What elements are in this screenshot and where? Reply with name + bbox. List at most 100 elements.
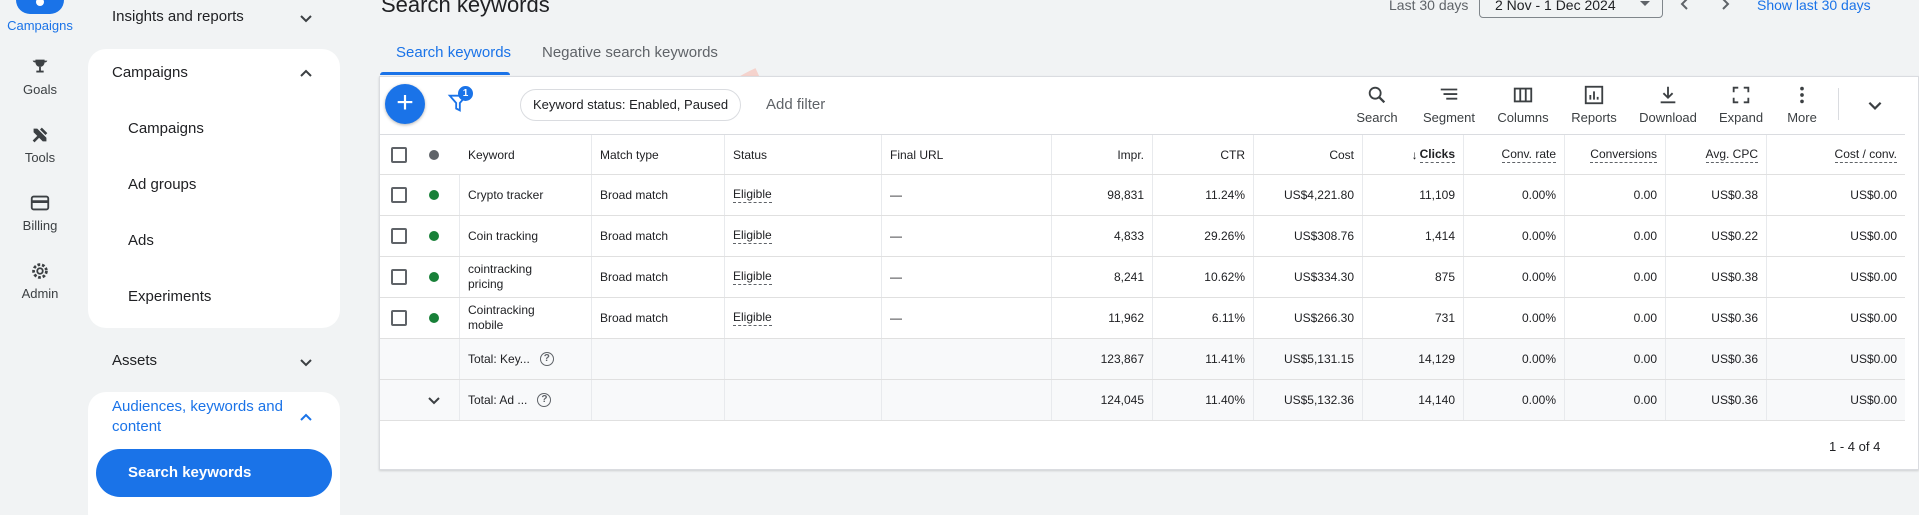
chevron-right-icon[interactable]: [1717, 0, 1733, 12]
nav-item-ad-groups[interactable]: Ad groups: [128, 176, 196, 193]
cell-match: Broad match: [600, 229, 669, 243]
row-checkbox[interactable]: [391, 187, 407, 203]
tab-search-keywords[interactable]: Search keywords: [396, 44, 511, 61]
chevron-down-icon[interactable]: [298, 10, 314, 26]
table-cell: US$266.30: [1254, 298, 1363, 338]
add-keyword-button[interactable]: +: [385, 84, 425, 124]
table-cell: 875: [1363, 257, 1464, 297]
total-cell: [725, 380, 882, 420]
date-range-select[interactable]: 2 Nov - 1 Dec 2024: [1479, 0, 1663, 18]
keyword-status-filter-chip[interactable]: Keyword status: Enabled, Paused: [520, 89, 742, 121]
total-impr: 124,045: [1100, 393, 1144, 407]
table-cell: [408, 298, 460, 338]
nav-audiences[interactable]: Audiences, keywords and content: [112, 397, 292, 437]
chevron-down-icon[interactable]: [298, 354, 314, 370]
more-tool[interactable]: More: [1767, 84, 1837, 125]
column-header-conversions: Conversions: [1590, 146, 1657, 163]
chevron-up-icon[interactable]: [298, 65, 314, 81]
header-cell[interactable]: CTR: [1153, 135, 1254, 174]
enabled-status-dot-icon[interactable]: [428, 231, 439, 241]
help-icon[interactable]: ?: [539, 352, 554, 366]
header-cell[interactable]: Match type: [592, 135, 725, 174]
select-all-checkbox[interactable]: [391, 146, 407, 163]
total-cell: [380, 339, 408, 379]
header-cell[interactable]: ↓ Clicks: [1363, 135, 1464, 174]
search-tool[interactable]: Search: [1342, 84, 1412, 125]
rail-billing[interactable]: Billing: [0, 192, 80, 233]
chevron-down-icon[interactable]: [1866, 96, 1884, 114]
header-cell[interactable]: Cost: [1254, 135, 1363, 174]
cell-keyword[interactable]: cointracking pricing: [468, 262, 558, 292]
header-cell[interactable]: Conv. rate: [1464, 135, 1565, 174]
header-cell[interactable]: Cost / conv.: [1767, 135, 1905, 174]
chevron-down-icon[interactable]: [426, 392, 442, 408]
table-row[interactable]: Cointracking mobile Broad match Eligible — 1…: [380, 298, 1905, 339]
segment-tool[interactable]: Segment: [1414, 84, 1484, 125]
total-impr: 123,867: [1100, 352, 1144, 366]
table-row[interactable]: Crypto tracker Broad match Eligible — 98,831…: [380, 175, 1905, 216]
table-row[interactable]: cointracking pricing Broad match Eligible —…: [380, 257, 1905, 298]
cell-status[interactable]: Eligible: [733, 187, 772, 203]
nav-assets[interactable]: Assets: [112, 352, 157, 369]
table-cell: [408, 257, 460, 297]
show-last-30-days-link[interactable]: Show last 30 days: [1757, 0, 1871, 13]
chevron-up-icon[interactable]: [298, 409, 314, 425]
header-cell[interactable]: Final URL: [882, 135, 1052, 174]
enabled-status-dot-icon[interactable]: [428, 272, 439, 282]
reports-tool[interactable]: Reports: [1559, 84, 1629, 125]
table-cell: US$4,221.80: [1254, 175, 1363, 215]
enabled-status-dot-icon[interactable]: [428, 313, 439, 323]
cell-clicks: 731: [1434, 311, 1455, 325]
cell-keyword[interactable]: Cointracking mobile: [468, 303, 558, 333]
header-cell[interactable]: Conversions: [1565, 135, 1666, 174]
total-conv_rate: 0.00%: [1521, 393, 1556, 407]
expand-tool[interactable]: Expand: [1706, 84, 1776, 125]
rail-admin[interactable]: Admin: [0, 260, 80, 301]
nav-item-search-keywords[interactable]: Search keywords: [96, 449, 332, 497]
download-tool[interactable]: Download: [1633, 84, 1703, 125]
rail-tools[interactable]: Tools: [0, 124, 80, 165]
cell-keyword[interactable]: Crypto tracker: [468, 188, 543, 203]
nav-item-experiments[interactable]: Experiments: [128, 288, 211, 305]
add-filter-button[interactable]: Add filter: [766, 96, 825, 113]
table-row[interactable]: Coin tracking Broad match Eligible — 4,833 29…: [380, 216, 1905, 257]
cell-status[interactable]: Eligible: [733, 269, 772, 285]
tab-negative-search-keywords[interactable]: Negative search keywords: [542, 44, 718, 61]
row-checkbox[interactable]: [391, 228, 407, 244]
cell-keyword[interactable]: Coin tracking: [468, 229, 538, 244]
table-cell: 1,414: [1363, 216, 1464, 256]
nav-insights[interactable]: Insights and reports: [112, 8, 244, 25]
help-icon[interactable]: ?: [537, 393, 552, 407]
enabled-status-dot-icon[interactable]: [428, 190, 439, 200]
header-cell[interactable]: Status: [725, 135, 882, 174]
rail-goals[interactable]: Goals: [0, 56, 80, 97]
reports-tool-label: Reports: [1571, 110, 1617, 125]
rail-campaigns[interactable]: Campaigns: [0, 0, 80, 33]
header-cell[interactable]: Avg. CPC: [1666, 135, 1767, 174]
cell-status[interactable]: Eligible: [733, 228, 772, 244]
total-cell: 11.40%: [1153, 380, 1254, 420]
nav-campaigns-group[interactable]: Campaigns: [112, 64, 188, 81]
cell-conversions: 0.00: [1633, 270, 1657, 284]
cell-match: Broad match: [600, 188, 669, 202]
nav-item-campaigns[interactable]: Campaigns: [128, 120, 204, 137]
table-header-row: Keyword Match type Status Final URL Impr. CTR…: [380, 134, 1905, 175]
columns-tool[interactable]: Columns: [1488, 84, 1558, 125]
table-cell: 0.00: [1565, 298, 1666, 338]
row-checkbox[interactable]: [391, 269, 407, 285]
nav-item-ads[interactable]: Ads: [128, 232, 154, 249]
total-cell: US$5,132.36: [1254, 380, 1363, 420]
search-icon: [1368, 86, 1386, 104]
total-cell: 0.00%: [1464, 339, 1565, 379]
table-cell: US$0.00: [1767, 257, 1905, 297]
header-cell[interactable]: Keyword: [460, 135, 592, 174]
sort-descending-icon: ↓: [1411, 147, 1418, 162]
chevron-left-icon[interactable]: [1677, 0, 1693, 12]
cell-url: —: [890, 229, 902, 243]
cell-conversions: 0.00: [1633, 188, 1657, 202]
total-cell: [408, 380, 460, 420]
cell-status[interactable]: Eligible: [733, 310, 772, 326]
row-checkbox[interactable]: [391, 310, 407, 326]
download-tool-label: Download: [1639, 110, 1697, 125]
header-cell[interactable]: Impr.: [1052, 135, 1153, 174]
